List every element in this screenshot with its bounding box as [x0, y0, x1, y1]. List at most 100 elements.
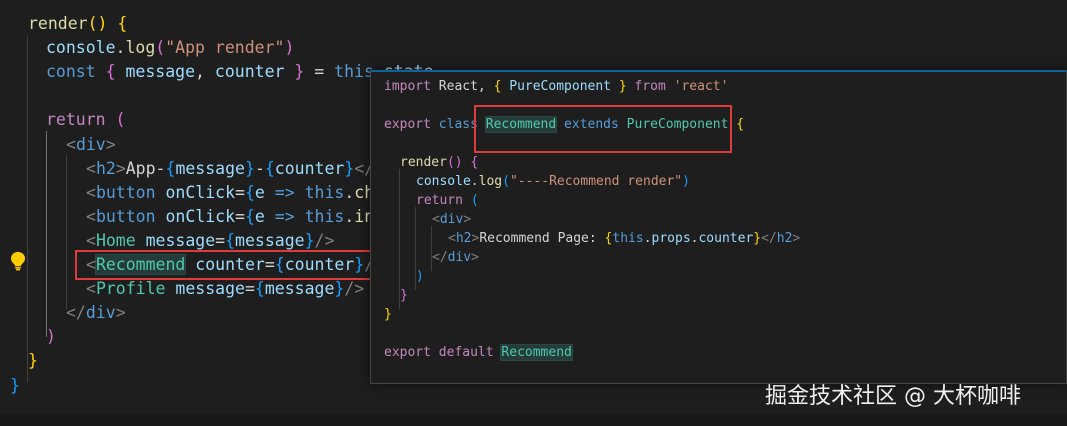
code-token: this: [612, 231, 644, 246]
code-token: =: [244, 279, 255, 299]
definition-hover-popup[interactable]: import React, { PureComponent } from 're…: [370, 70, 1067, 384]
code-token: >: [115, 158, 126, 178]
code-token: Profile: [95, 279, 166, 299]
code-token: <: [66, 134, 76, 154]
code-token: return: [416, 193, 463, 208]
code-token: =: [215, 230, 226, 250]
code-token: {: [254, 279, 265, 299]
code-token: () {: [87, 14, 128, 33]
code-line: }: [28, 349, 38, 373]
code-token: 'react': [673, 79, 729, 94]
code-token: >: [105, 134, 116, 154]
hover-code-line: </div>: [432, 248, 479, 267]
code-token: onClick: [165, 206, 236, 226]
code-token: />: [314, 230, 335, 250]
code-token: h2: [776, 231, 793, 246]
code-token: {: [244, 206, 255, 226]
code-token: ): [284, 38, 295, 58]
code-token: h2: [95, 158, 116, 178]
code-token: {: [264, 158, 275, 178]
code-token: {: [470, 155, 479, 170]
code-line: <Profile message={message}/>: [86, 277, 364, 301]
recommend-usage-highlight: [75, 250, 373, 280]
code-token: }: [304, 230, 315, 250]
code-token: >: [471, 250, 479, 265]
code-token: from: [634, 79, 666, 94]
code-token: {: [225, 230, 236, 250]
code-token: <: [448, 231, 456, 246]
code-token: log: [478, 174, 503, 189]
code-token: "App render": [165, 38, 285, 58]
code-token: onClick: [165, 182, 236, 202]
code-token: button: [95, 182, 156, 202]
code-token: (: [155, 38, 166, 58]
code-token: message: [175, 158, 245, 178]
code-token: this: [304, 206, 345, 226]
code-token: console: [416, 174, 471, 189]
code-token: ): [46, 327, 56, 347]
code-token: render: [400, 155, 447, 170]
code-line: <h2>App-{message}-{counter}</h2>: [86, 157, 404, 181]
code-token: props: [651, 231, 691, 246]
code-token: =: [235, 206, 245, 226]
watermark: 掘金技术社区 @ 大杯咖啡: [765, 384, 1021, 409]
indent-guide: [66, 155, 67, 309]
code-token: Recommend Page:: [479, 231, 605, 246]
hover-code-line: <div>: [432, 210, 471, 229]
code-token: div: [439, 212, 464, 227]
code-token: Recommend: [500, 344, 573, 361]
code-token: message: [235, 230, 305, 250]
code-token: log: [125, 38, 156, 58]
code-token: =>: [274, 182, 295, 202]
code-token: div: [447, 250, 472, 265]
code-token: =: [235, 182, 245, 202]
code-token: e: [254, 182, 265, 202]
code-token: Home: [95, 230, 136, 250]
code-token: -: [254, 158, 265, 178]
hover-code-line: render() {: [400, 153, 478, 172]
code-token: }: [28, 351, 38, 371]
code-token: ): [416, 269, 424, 284]
code-token: }: [344, 158, 355, 178]
code-token: }: [753, 231, 762, 246]
code-token: class: [438, 117, 478, 132]
code-token: ,: [195, 62, 215, 82]
code-token: (): [446, 155, 463, 170]
code-line: ): [46, 325, 56, 349]
code-token: this: [304, 182, 345, 202]
hover-code-line: console.log("----Recommend render"): [416, 172, 690, 191]
code-token: return: [46, 110, 106, 130]
code-token: {: [736, 117, 745, 132]
code-token: render: [28, 14, 88, 33]
code-token: .: [643, 231, 652, 246]
code-token: <: [86, 230, 96, 250]
code-token: }: [618, 79, 627, 94]
code-token: />: [344, 279, 365, 299]
code-token: (: [115, 110, 126, 130]
code-token: import: [384, 79, 431, 94]
code-token: >: [115, 303, 126, 323]
hover-code-line: ): [416, 267, 424, 286]
code-token: div: [85, 303, 116, 323]
code-token: {: [165, 158, 176, 178]
code-token: this: [334, 62, 374, 82]
code-token: (: [502, 174, 510, 189]
code-token: (: [470, 193, 479, 208]
code-token: React,: [430, 79, 494, 94]
lightbulb-icon[interactable]: [9, 251, 27, 271]
code-line: console.log("App render"): [46, 36, 294, 60]
code-token: <: [86, 206, 96, 226]
code-token: counter: [214, 62, 285, 82]
hover-code-line: export default Recommend: [384, 343, 573, 362]
code-token: <: [432, 212, 440, 227]
code-token: PureComponent: [509, 79, 611, 94]
